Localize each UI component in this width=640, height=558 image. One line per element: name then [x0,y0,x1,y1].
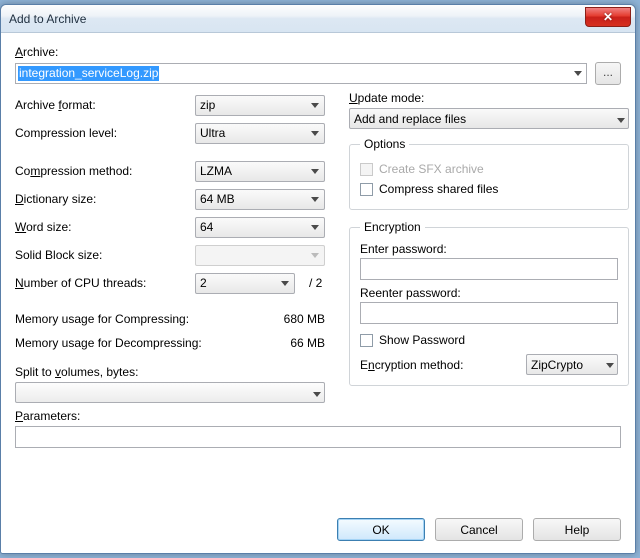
split-volumes-combo[interactable] [15,382,325,403]
mem-decompress-value: 66 MB [255,336,325,350]
cpu-threads-select[interactable]: 2 [195,273,295,294]
options-group: Options Create SFX archive Compress shar… [349,137,629,210]
chevron-down-icon[interactable] [569,64,586,83]
cancel-button[interactable]: Cancel [435,518,523,541]
chevron-down-icon [308,165,321,178]
update-mode-value: Add and replace files [354,112,466,126]
archive-input-wrap: integration_serviceLog.zip [15,63,587,84]
word-size-value: 64 [200,220,213,234]
dialog-window: Add to Archive ✕ AArchive:rchive: integr… [0,4,636,554]
encryption-legend: Encryption [360,220,425,234]
compression-level-label: Compression level: [15,126,195,140]
chevron-down-icon [313,386,321,400]
chevron-down-icon [308,99,321,112]
checkbox-icon [360,163,373,176]
encryption-method-label: Encryption method: [360,358,518,372]
button-bar: OK Cancel Help [337,518,621,541]
archive-format-label: Archive format: [15,98,195,112]
archive-format-select[interactable]: zip [195,95,325,116]
chevron-down-icon [617,112,625,126]
split-volumes-label: Split to volumes, bytes: [15,365,325,379]
chevron-down-icon [308,193,321,206]
window-title: Add to Archive [9,12,585,26]
help-button[interactable]: Help [533,518,621,541]
parameters-label: Parameters: [15,409,621,423]
reenter-password-label: Reenter password: [360,286,618,300]
word-size-select[interactable]: 64 [195,217,325,238]
dictionary-size-label: Dictionary size: [15,192,195,206]
chevron-down-icon [308,249,321,262]
ok-button[interactable]: OK [337,518,425,541]
solid-block-size-select [195,245,325,266]
enter-password-label: Enter password: [360,242,618,256]
cpu-threads-label: Number of CPU threads: [15,276,195,290]
compress-shared-checkbox[interactable]: Compress shared files [360,179,618,199]
compression-level-value: Ultra [200,126,225,140]
dictionary-size-value: 64 MB [200,192,235,206]
archive-path-value: integration_serviceLog.zip [18,66,159,81]
solid-block-size-label: Solid Block size: [15,248,195,262]
update-mode-select[interactable]: Add and replace files [349,108,629,129]
dialog-body: AArchive:rchive: integration_serviceLog.… [1,33,635,553]
chevron-down-icon [606,357,614,371]
dictionary-size-select[interactable]: 64 MB [195,189,325,210]
left-column: Archive format: zip Compression level: U… [15,91,325,403]
close-button[interactable]: ✕ [585,7,631,27]
browse-button[interactable]: ... [595,62,621,85]
cpu-threads-value: 2 [200,276,207,290]
chevron-down-icon [308,127,321,140]
mem-compress-value: 680 MB [255,312,325,326]
enter-password-input[interactable] [360,258,618,280]
titlebar[interactable]: Add to Archive ✕ [1,5,635,33]
close-icon: ✕ [603,10,613,24]
chevron-down-icon [278,277,291,290]
encryption-method-select[interactable]: ZipCrypto [526,354,618,375]
compression-method-select[interactable]: LZMA [195,161,325,182]
mem-compress-label: Memory usage for Compressing: [15,312,255,326]
encryption-method-value: ZipCrypto [531,358,583,372]
chevron-down-icon [308,221,321,234]
parameters-input[interactable] [15,426,621,448]
options-legend: Options [360,137,409,151]
right-column: Update mode: Add and replace files Optio… [349,91,629,403]
archive-label: AArchive:rchive: [15,45,621,59]
checkbox-icon [360,334,373,347]
cpu-threads-total: / 2 [309,276,322,290]
encryption-group: Encryption Enter password: Reenter passw… [349,220,629,386]
checkbox-icon [360,183,373,196]
create-sfx-checkbox: Create SFX archive [360,159,618,179]
compression-level-select[interactable]: Ultra [195,123,325,144]
update-mode-label: Update mode: [349,91,629,105]
mem-decompress-label: Memory usage for Decompressing: [15,336,255,350]
compression-method-label: Compression method: [15,164,195,178]
word-size-label: Word size: [15,220,195,234]
show-password-checkbox[interactable]: Show Password [360,330,618,350]
archive-format-value: zip [200,98,215,112]
compression-method-value: LZMA [200,164,232,178]
reenter-password-input[interactable] [360,302,618,324]
